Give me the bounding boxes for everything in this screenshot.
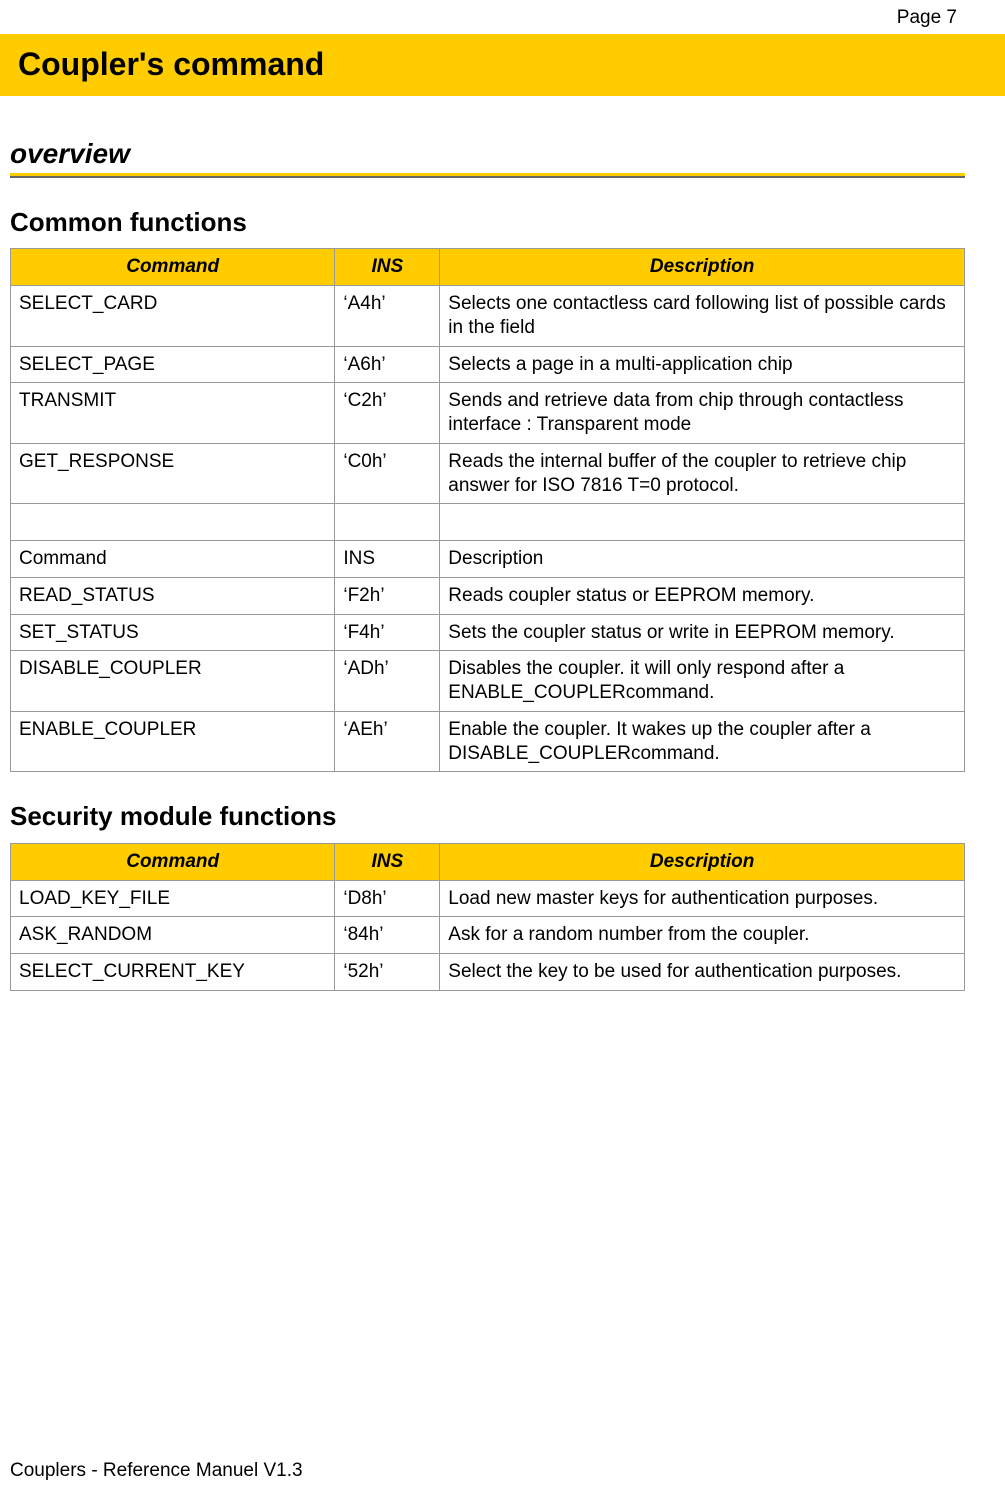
- cell-desc: Select the key to be used for authentica…: [440, 954, 965, 991]
- cell-desc: Reads the internal buffer of the coupler…: [440, 443, 965, 504]
- security-functions-heading: Security module functions: [10, 800, 965, 833]
- cell-desc: Sets the coupler status or write in EEPR…: [440, 614, 965, 651]
- cell-ins: ‘A6h’: [335, 346, 440, 383]
- cell-cmd: READ_STATUS: [11, 577, 335, 614]
- cell-cmd: SET_STATUS: [11, 614, 335, 651]
- col-command: Command: [11, 843, 335, 880]
- common-functions-table: Command INS Description SELECT_CARD‘A4h’…: [10, 248, 965, 772]
- table-header-row: Command INS Description: [11, 843, 965, 880]
- table-row: ENABLE_COUPLER‘AEh’Enable the coupler. I…: [11, 711, 965, 772]
- cell-ins: ‘A4h’: [335, 286, 440, 347]
- security-functions-body: LOAD_KEY_FILE‘D8h’Load new master keys f…: [11, 880, 965, 990]
- table-row: READ_STATUS‘F2h’Reads coupler status or …: [11, 577, 965, 614]
- cell-ins: ‘AEh’: [335, 711, 440, 772]
- cell-cmd: ENABLE_COUPLER: [11, 711, 335, 772]
- cell-desc: [440, 504, 965, 541]
- table-row: SELECT_CURRENT_KEY‘52h’Select the key to…: [11, 954, 965, 991]
- cell-cmd: GET_RESPONSE: [11, 443, 335, 504]
- cell-desc: Disables the coupler. it will only respo…: [440, 651, 965, 712]
- common-functions-body: SELECT_CARD‘A4h’Selects one contactless …: [11, 286, 965, 772]
- cell-cmd: DISABLE_COUPLER: [11, 651, 335, 712]
- col-ins: INS: [335, 249, 440, 286]
- cell-cmd: [11, 504, 335, 541]
- cell-desc: Load new master keys for authentication …: [440, 880, 965, 917]
- cell-desc: Selects one contactless card following l…: [440, 286, 965, 347]
- cell-ins: ‘84h’: [335, 917, 440, 954]
- heading-divider: [10, 173, 965, 178]
- table-row: CommandINSDescription: [11, 541, 965, 578]
- table-row: GET_RESPONSE‘C0h’Reads the internal buff…: [11, 443, 965, 504]
- cell-ins: ‘F2h’: [335, 577, 440, 614]
- table-row: ASK_RANDOM‘84h’Ask for a random number f…: [11, 917, 965, 954]
- footer-text: Couplers - Reference Manuel V1.3: [10, 1459, 303, 1483]
- cell-ins: ‘ADh’: [335, 651, 440, 712]
- table-row: [11, 504, 965, 541]
- cell-cmd: LOAD_KEY_FILE: [11, 880, 335, 917]
- security-functions-table: Command INS Description LOAD_KEY_FILE‘D8…: [10, 843, 965, 991]
- overview-heading: overview: [10, 136, 965, 171]
- cell-desc: Sends and retrieve data from chip throug…: [440, 383, 965, 444]
- cell-desc: Description: [440, 541, 965, 578]
- table-row: SELECT_PAGE‘A6h’Selects a page in a mult…: [11, 346, 965, 383]
- cell-ins: ‘F4h’: [335, 614, 440, 651]
- cell-cmd: SELECT_CURRENT_KEY: [11, 954, 335, 991]
- common-functions-heading: Common functions: [10, 206, 965, 239]
- cell-desc: Selects a page in a multi-application ch…: [440, 346, 965, 383]
- table-row: SET_STATUS‘F4h’Sets the coupler status o…: [11, 614, 965, 651]
- cell-ins: ‘52h’: [335, 954, 440, 991]
- table-row: SELECT_CARD‘A4h’Selects one contactless …: [11, 286, 965, 347]
- page-number: Page 7: [10, 0, 965, 34]
- cell-cmd: ASK_RANDOM: [11, 917, 335, 954]
- col-command: Command: [11, 249, 335, 286]
- cell-ins: INS: [335, 541, 440, 578]
- cell-cmd: TRANSMIT: [11, 383, 335, 444]
- title-band: Coupler's command: [0, 34, 1005, 96]
- cell-cmd: SELECT_CARD: [11, 286, 335, 347]
- table-header-row: Command INS Description: [11, 249, 965, 286]
- table-row: DISABLE_COUPLER‘ADh’Disables the coupler…: [11, 651, 965, 712]
- cell-cmd: SELECT_PAGE: [11, 346, 335, 383]
- col-description: Description: [440, 249, 965, 286]
- col-ins: INS: [335, 843, 440, 880]
- cell-ins: ‘C2h’: [335, 383, 440, 444]
- page-title: Coupler's command: [8, 44, 997, 84]
- cell-desc: Enable the coupler. It wakes up the coup…: [440, 711, 965, 772]
- cell-ins: [335, 504, 440, 541]
- cell-cmd: Command: [11, 541, 335, 578]
- cell-desc: Ask for a random number from the coupler…: [440, 917, 965, 954]
- table-row: TRANSMIT‘C2h’Sends and retrieve data fro…: [11, 383, 965, 444]
- table-row: LOAD_KEY_FILE‘D8h’Load new master keys f…: [11, 880, 965, 917]
- col-description: Description: [440, 843, 965, 880]
- cell-desc: Reads coupler status or EEPROM memory.: [440, 577, 965, 614]
- cell-ins: ‘D8h’: [335, 880, 440, 917]
- cell-ins: ‘C0h’: [335, 443, 440, 504]
